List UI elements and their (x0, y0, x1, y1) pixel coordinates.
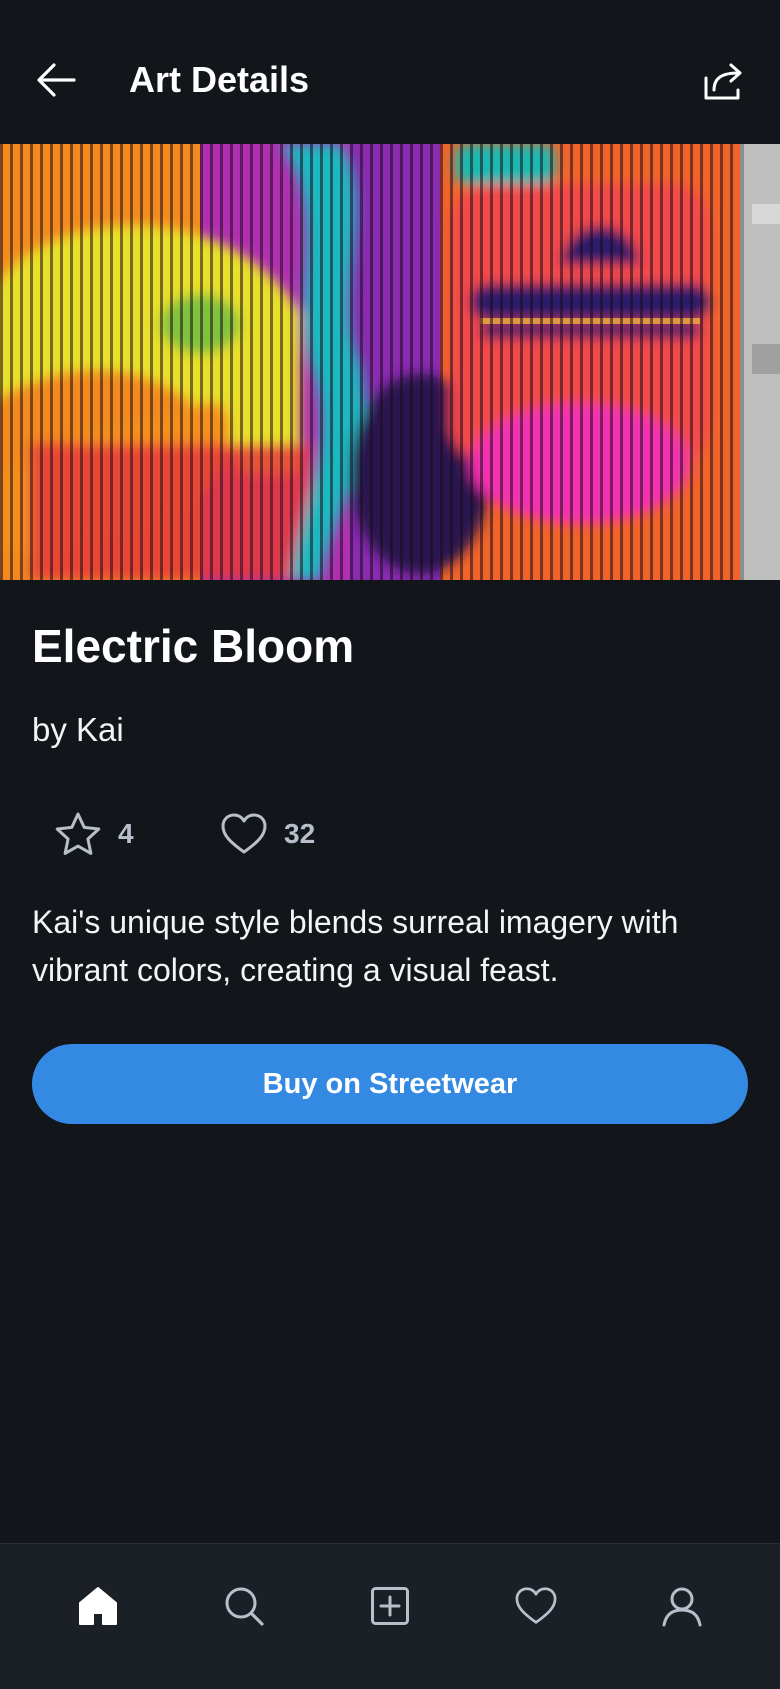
share-button[interactable] (698, 56, 750, 108)
rating-stat[interactable]: 4 (54, 808, 134, 860)
top-app-bar: Art Details (0, 0, 780, 144)
artwork-image (0, 144, 780, 580)
plus-square-icon (371, 1587, 409, 1625)
home-icon (79, 1587, 117, 1625)
search-icon (225, 1587, 264, 1626)
star-icon (55, 812, 101, 855)
nav-create[interactable] (354, 1570, 426, 1642)
artwork-description: Kai's unique style blends surreal imager… (32, 904, 679, 988)
heart-icon (515, 1587, 557, 1624)
user-icon (662, 1587, 702, 1627)
page-title: Art Details (129, 59, 310, 100)
rating-count: 4 (118, 818, 134, 849)
likes-stat[interactable]: 32 (220, 808, 315, 860)
nav-profile[interactable] (646, 1570, 718, 1642)
bottom-navigation (0, 1543, 780, 1689)
share-icon (704, 63, 742, 100)
heart-icon (221, 813, 267, 854)
buy-button[interactable]: Buy on Streetwear (32, 1044, 748, 1124)
artist-name[interactable]: by Kai (32, 708, 124, 752)
likes-count: 32 (284, 818, 316, 849)
artwork-title: Electric Bloom (32, 620, 355, 672)
nav-home[interactable] (62, 1570, 134, 1642)
nav-search[interactable] (208, 1570, 280, 1642)
arrow-left-icon (37, 63, 76, 97)
back-button[interactable] (30, 56, 82, 104)
nav-favorites[interactable] (500, 1570, 572, 1642)
